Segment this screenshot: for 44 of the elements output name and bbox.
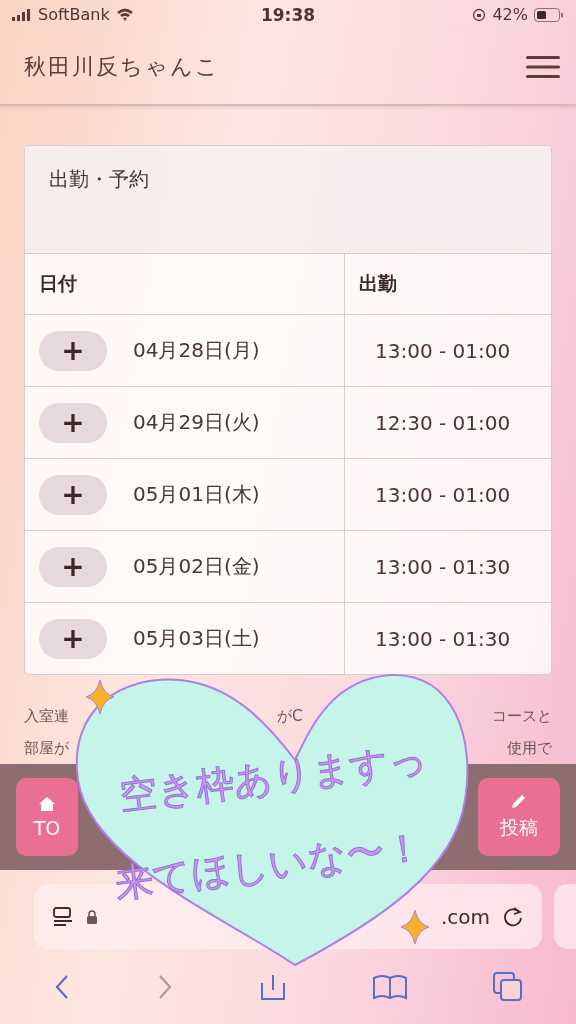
- battery-icon: [534, 7, 564, 22]
- clock-time: 19:38: [260, 4, 316, 25]
- carrier-name: SoftBank: [38, 5, 110, 25]
- time-range: 13:00 - 01:30: [375, 554, 511, 579]
- sparkle-icon: [85, 679, 115, 715]
- add-button[interactable]: +: [39, 330, 107, 371]
- date-text: 05月02日(金): [133, 553, 260, 581]
- home-icon: [37, 795, 57, 814]
- time-range: 13:00 - 01:30: [375, 626, 511, 651]
- share-icon[interactable]: [258, 972, 287, 1001]
- wifi-icon: [115, 8, 134, 22]
- date-text: 05月01日(木): [133, 481, 260, 509]
- tab-preview: [554, 884, 576, 950]
- book-icon[interactable]: [372, 972, 409, 1001]
- sticker-text: 空き枠ありますっ: [116, 736, 430, 818]
- add-button[interactable]: +: [39, 546, 107, 587]
- date-text: 05月03日(土): [133, 625, 260, 653]
- notice-text: 使用で: [507, 738, 552, 760]
- sticker-text: 来てほしいな〜！: [112, 824, 425, 906]
- add-button[interactable]: +: [39, 402, 107, 443]
- notice-text: 入室連: [24, 706, 69, 728]
- menu-icon: [526, 54, 560, 79]
- lock-icon: [86, 909, 98, 924]
- rotation-lock-icon: [472, 7, 487, 22]
- column-header: 出勤: [358, 271, 398, 297]
- notice-text: 部屋が: [24, 738, 69, 760]
- card-title: 出勤・予約: [25, 146, 551, 255]
- time-range: 12:30 - 01:00: [375, 410, 511, 435]
- add-button[interactable]: +: [39, 618, 107, 659]
- tabs-icon[interactable]: [493, 971, 524, 1002]
- notice-text: コースと: [492, 706, 552, 728]
- site-title[interactable]: 秋田川反ちゃんこ: [24, 51, 220, 82]
- time-range: 13:00 - 01:00: [375, 482, 511, 507]
- column-header: 日付: [25, 254, 345, 315]
- date-text: 04月29日(火): [133, 409, 260, 437]
- date-text: 04月28日(月): [133, 337, 260, 365]
- notice-text: がC: [277, 706, 303, 728]
- time-range: 13:00 - 01:00: [375, 338, 511, 363]
- battery-percent: 42%: [492, 5, 528, 25]
- sparkle-icon: [400, 909, 430, 945]
- reload-icon: [502, 905, 524, 928]
- reader-icon: [52, 905, 74, 928]
- signal-icon: [12, 8, 32, 21]
- add-button[interactable]: +: [39, 474, 107, 515]
